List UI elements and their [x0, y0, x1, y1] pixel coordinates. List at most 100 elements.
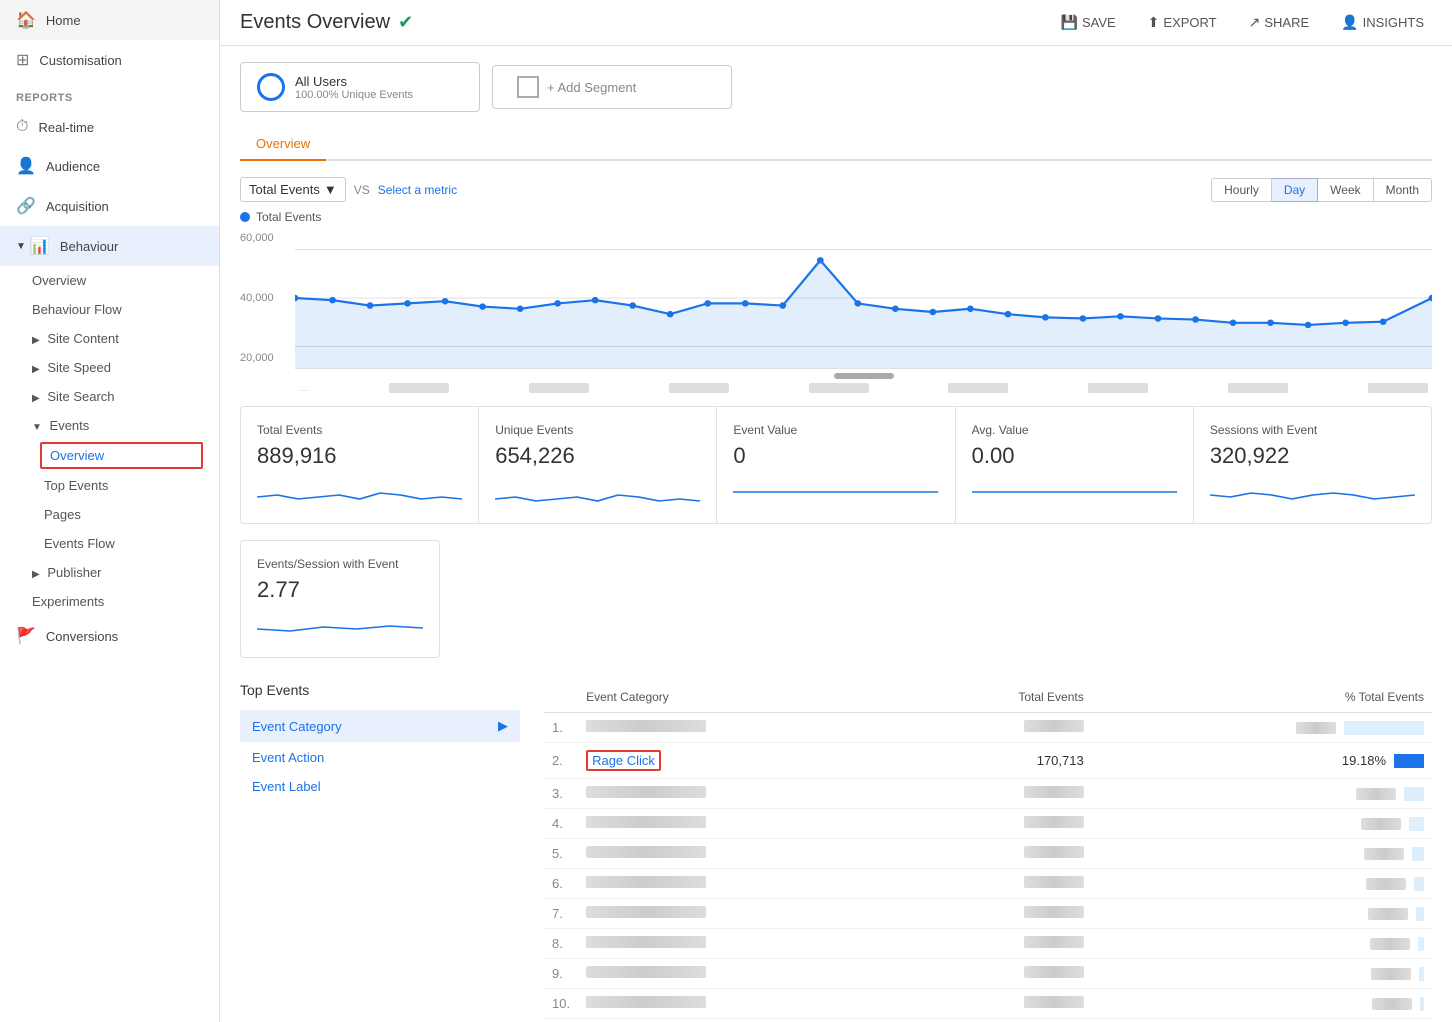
- stat-avg-value-label: Avg. Value: [972, 423, 1177, 437]
- row-percent: [1092, 809, 1432, 839]
- x-label-9: [1368, 383, 1428, 393]
- sidebar-item-events-overview[interactable]: Overview: [40, 442, 203, 469]
- stat-total-events-value: 889,916: [257, 443, 462, 469]
- segment-sub: 100.00% Unique Events: [295, 89, 413, 101]
- table-header-row: Event Category Total Events % Total Even…: [544, 682, 1432, 713]
- segment-all-users[interactable]: All Users 100.00% Unique Events: [240, 62, 480, 112]
- row-total: [899, 713, 1091, 743]
- add-segment-circle: [517, 76, 539, 98]
- col-percent: % Total Events: [1092, 682, 1432, 713]
- rage-click-link[interactable]: Rage Click: [592, 753, 655, 768]
- sidebar-item-conversions[interactable]: 🚩 Conversions: [0, 616, 219, 656]
- row-num: 10.: [544, 989, 578, 1019]
- sidebar-item-site-speed[interactable]: ▶ Site Speed: [0, 353, 219, 382]
- row-category: [578, 929, 899, 959]
- sidebar-customisation-label: Customisation: [39, 53, 121, 68]
- row-category: [578, 899, 899, 929]
- sidebar-item-overview[interactable]: Overview: [0, 266, 219, 295]
- main-content: Events Overview ✔ 💾 SAVE ⬆ EXPORT ↗ SHAR…: [220, 0, 1452, 1022]
- sidebar-item-top-events[interactable]: Top Events: [0, 471, 219, 500]
- stat-sessions: Sessions with Event 320,922: [1194, 407, 1431, 523]
- sidebar-item-acquisition[interactable]: 🔗 Acquisition: [0, 186, 219, 226]
- row-category: [578, 959, 899, 989]
- stat-sessions-label: Sessions with Event: [1210, 423, 1415, 437]
- share-label: SHARE: [1264, 15, 1309, 30]
- table-row: 8.: [544, 929, 1432, 959]
- row-category: [578, 809, 899, 839]
- table-row: 7.: [544, 899, 1432, 929]
- time-btn-day[interactable]: Day: [1272, 178, 1318, 202]
- row-percent: [1092, 899, 1432, 929]
- scroll-thumb[interactable]: [834, 373, 894, 379]
- segment-name: All Users: [295, 74, 413, 89]
- sidebar-item-pages[interactable]: Pages: [0, 500, 219, 529]
- sidebar-nav-home[interactable]: 🏠 Home: [0, 0, 219, 40]
- session-stat-sparkline: [257, 611, 423, 641]
- export-button[interactable]: ⬆ EXPORT: [1140, 10, 1225, 35]
- vs-text: VS: [354, 183, 370, 197]
- filter-event-action[interactable]: Event Action: [240, 744, 520, 771]
- sidebar-behaviour-label: Behaviour: [60, 239, 119, 254]
- sidebar-nav-customisation[interactable]: ⊞ Customisation: [0, 40, 219, 80]
- top-events-section: Top Events Event Category ▶ Event Action…: [240, 682, 1432, 1022]
- y-label-40k: 40,000: [240, 292, 295, 304]
- sidebar-item-behaviour-flow[interactable]: Behaviour Flow: [0, 295, 219, 324]
- col-category: Event Category: [578, 682, 899, 713]
- sidebar-item-publisher[interactable]: ▶ Publisher: [0, 558, 219, 587]
- row-percent: [1092, 929, 1432, 959]
- stat-unique-events-sparkline: [495, 477, 700, 507]
- reports-label: REPORTS: [0, 80, 219, 108]
- sidebar-item-site-search[interactable]: ▶ Site Search: [0, 382, 219, 411]
- row-percent: [1092, 869, 1432, 899]
- row-percent: [1092, 959, 1432, 989]
- legend-dot: [240, 212, 250, 222]
- row-total: [899, 839, 1091, 869]
- sidebar-item-experiments[interactable]: Experiments: [0, 587, 219, 616]
- sidebar-acquisition-label: Acquisition: [46, 199, 109, 214]
- stat-total-events: Total Events 889,916: [241, 407, 479, 523]
- row-num: 1.: [544, 713, 578, 743]
- legend-label: Total Events: [256, 210, 321, 224]
- sidebar-item-behaviour[interactable]: ▼ 📊 Behaviour: [0, 226, 219, 266]
- stat-unique-events-value: 654,226: [495, 443, 700, 469]
- row-num: 2.: [544, 743, 578, 779]
- row-num: 7.: [544, 899, 578, 929]
- segment-info: All Users 100.00% Unique Events: [295, 74, 413, 101]
- tab-overview[interactable]: Overview: [240, 128, 326, 161]
- realtime-icon: ⏱: [16, 118, 28, 136]
- sidebar-home-label: Home: [46, 13, 81, 28]
- sidebar-item-audience[interactable]: 👤 Audience: [0, 146, 219, 186]
- time-btn-month[interactable]: Month: [1374, 178, 1432, 202]
- session-stat-label: Events/Session with Event: [257, 557, 423, 571]
- segment-circle: [257, 73, 285, 101]
- sidebar-item-events[interactable]: ▼ Events: [0, 411, 219, 440]
- time-btn-week[interactable]: Week: [1318, 178, 1373, 202]
- y-label-60k: 60,000: [240, 232, 295, 244]
- save-button[interactable]: 💾 SAVE: [1053, 10, 1124, 35]
- row-total: [899, 809, 1091, 839]
- row-category[interactable]: Rage Click: [578, 743, 899, 779]
- sidebar-item-site-content[interactable]: ▶ Site Content: [0, 324, 219, 353]
- row-category: [578, 869, 899, 899]
- scroll-hint: [295, 373, 1432, 379]
- time-btn-hourly[interactable]: Hourly: [1211, 178, 1272, 202]
- metric-dropdown[interactable]: Total Events ▼: [240, 177, 346, 202]
- filter-event-label[interactable]: Event Label: [240, 773, 520, 800]
- stat-avg-value-value: 0.00: [972, 443, 1177, 469]
- select-metric-link[interactable]: Select a metric: [378, 183, 457, 197]
- grid-icon: ⊞: [16, 50, 29, 70]
- share-button[interactable]: ↗ SHARE: [1241, 10, 1318, 35]
- add-segment-button[interactable]: + Add Segment: [492, 65, 732, 109]
- x-label-7: [1088, 383, 1148, 393]
- site-search-caret: ▶: [32, 393, 40, 404]
- row-num: 3.: [544, 779, 578, 809]
- time-range-buttons: Hourly Day Week Month: [1211, 178, 1432, 202]
- site-speed-caret: ▶: [32, 364, 40, 375]
- filter-event-category[interactable]: Event Category ▶: [240, 710, 520, 742]
- col-num: [544, 682, 578, 713]
- insights-button[interactable]: 👤 INSIGHTS: [1333, 10, 1432, 35]
- row-num: 4.: [544, 809, 578, 839]
- sidebar-item-events-flow[interactable]: Events Flow: [0, 529, 219, 558]
- sidebar-item-realtime[interactable]: ⏱ Real-time: [0, 108, 219, 146]
- audience-icon: 👤: [16, 156, 36, 176]
